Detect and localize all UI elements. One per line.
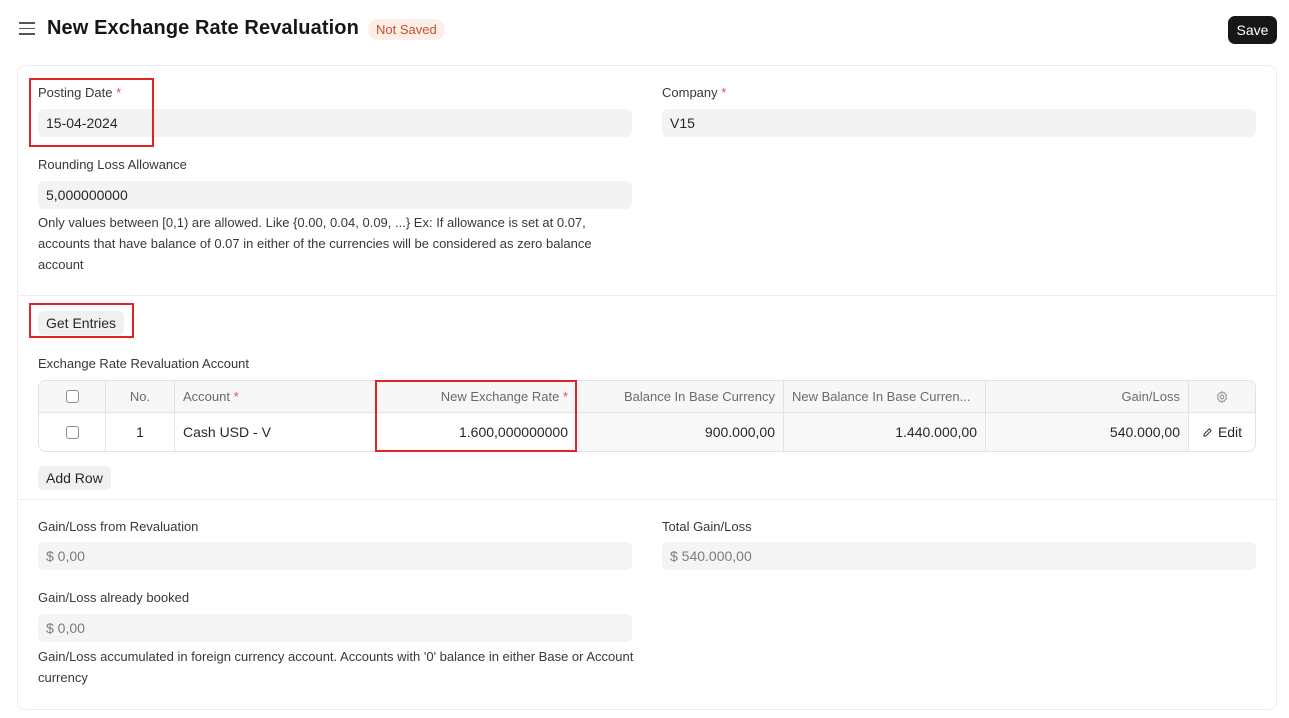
company-field[interactable]: V15: [662, 109, 1256, 137]
section-divider: [18, 499, 1276, 500]
add-row-button[interactable]: Add Row: [38, 466, 111, 490]
row-balance-base: 900.000,00: [577, 413, 784, 451]
highlight-box: [375, 380, 577, 452]
column-settings-cell: [1189, 381, 1255, 412]
col-account: Account *: [175, 381, 376, 412]
revaluation-table-label: Exchange Rate Revaluation Account: [38, 356, 250, 371]
section-divider: [18, 295, 1276, 296]
col-balance-base: Balance In Base Currency: [577, 381, 784, 412]
page-header: New Exchange Rate Revaluation Not Saved …: [0, 0, 1289, 60]
required-marker: *: [233, 389, 239, 404]
gain-loss-booked-field: $ 0,00: [38, 614, 632, 642]
col-account-text: Account: [183, 389, 230, 404]
table-header: No. Account * New Exchange Rate * Balanc…: [39, 381, 1255, 413]
gain-loss-booked-label: Gain/Loss already booked: [38, 590, 190, 605]
select-all-cell: [39, 381, 106, 412]
row-select-cell: [39, 413, 106, 451]
menu-icon[interactable]: [19, 22, 35, 38]
rounding-loss-field[interactable]: 5,000000000: [38, 181, 632, 209]
rounding-loss-help: Only values between [0,1) are allowed. L…: [38, 215, 592, 272]
company-label: Company *: [662, 85, 726, 100]
col-gain-loss: Gain/Loss: [986, 381, 1189, 412]
highlight-box: [29, 78, 154, 147]
settings-gear-icon[interactable]: [1215, 390, 1229, 404]
required-marker: *: [721, 85, 727, 100]
form-card: Posting Date * 15-04-2024 Company * V15 …: [17, 65, 1277, 710]
rounding-loss-label: Rounding Loss Allowance: [38, 157, 187, 172]
table-row[interactable]: 1 Cash USD - V 1.600,000000000 900.000,0…: [39, 413, 1255, 451]
row-new-balance-base: 1.440.000,00: [784, 413, 986, 451]
pencil-icon: [1203, 427, 1212, 437]
row-gain-loss: 540.000,00: [986, 413, 1189, 451]
col-new-balance-base: New Balance In Base Curren...: [784, 381, 986, 412]
gain-loss-revaluation-label: Gain/Loss from Revaluation: [38, 519, 199, 534]
save-button[interactable]: Save: [1228, 16, 1277, 44]
gain-loss-revaluation-field: $ 0,00: [38, 542, 632, 570]
revaluation-accounts-table: No. Account * New Exchange Rate * Balanc…: [38, 380, 1256, 452]
col-no: No.: [106, 381, 175, 412]
row-no: 1: [106, 413, 175, 451]
total-gain-loss-label: Total Gain/Loss: [662, 519, 752, 534]
select-all-checkbox[interactable]: [65, 390, 79, 403]
highlight-box: [29, 303, 134, 338]
row-checkbox[interactable]: [65, 425, 79, 439]
row-account[interactable]: Cash USD - V: [175, 413, 376, 451]
row-edit-label: Edit: [1217, 424, 1243, 440]
page-title: New Exchange Rate Revaluation: [47, 17, 359, 39]
status-badge: Not Saved: [368, 19, 445, 40]
row-edit-button[interactable]: Edit: [1189, 413, 1255, 451]
total-gain-loss-field: $ 540.000,00: [662, 542, 1256, 570]
gain-loss-help: Gain/Loss accumulated in foreign currenc…: [38, 649, 634, 685]
company-label-text: Company: [662, 85, 718, 100]
